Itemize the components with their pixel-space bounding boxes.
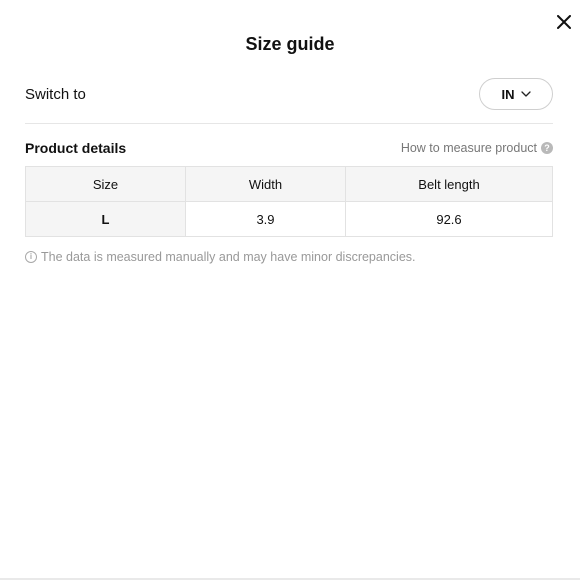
table-row: L 3.9 92.6 <box>25 201 553 237</box>
divider <box>25 123 553 124</box>
column-header-size: Size <box>25 166 186 202</box>
how-to-measure-label: How to measure product <box>400 141 537 155</box>
size-guide-dialog: Size guide Switch to IN Product details … <box>0 0 580 580</box>
size-cell: L <box>25 201 186 237</box>
table-header-row: Size Width Belt length <box>25 166 553 202</box>
size-table: Size Width Belt length L 3.9 92.6 <box>25 166 553 237</box>
product-details-title: Product details <box>25 140 127 156</box>
unit-switch-row: Switch to IN <box>25 78 553 110</box>
dialog-title: Size guide <box>245 34 335 54</box>
width-cell: 3.9 <box>185 201 346 237</box>
how-to-measure-link[interactable]: How to measure product ? <box>401 141 553 155</box>
measurement-note: i The data is measured manually and may … <box>25 249 416 265</box>
info-icon: i <box>25 251 37 263</box>
unit-select-value: IN <box>501 86 515 102</box>
belt-length-cell: 92.6 <box>345 201 553 237</box>
help-icon: ? <box>541 142 553 154</box>
column-header-width: Width <box>185 166 346 202</box>
column-header-belt-length: Belt length <box>345 166 553 202</box>
product-details-header: Product details How to measure product ? <box>25 138 553 158</box>
measurement-note-text: The data is measured manually and may ha… <box>41 250 416 264</box>
chevron-down-icon <box>520 91 531 97</box>
close-button[interactable] <box>554 12 574 32</box>
close-icon <box>557 15 571 29</box>
unit-select[interactable]: IN <box>479 78 553 110</box>
switch-label: Switch to <box>25 85 86 103</box>
